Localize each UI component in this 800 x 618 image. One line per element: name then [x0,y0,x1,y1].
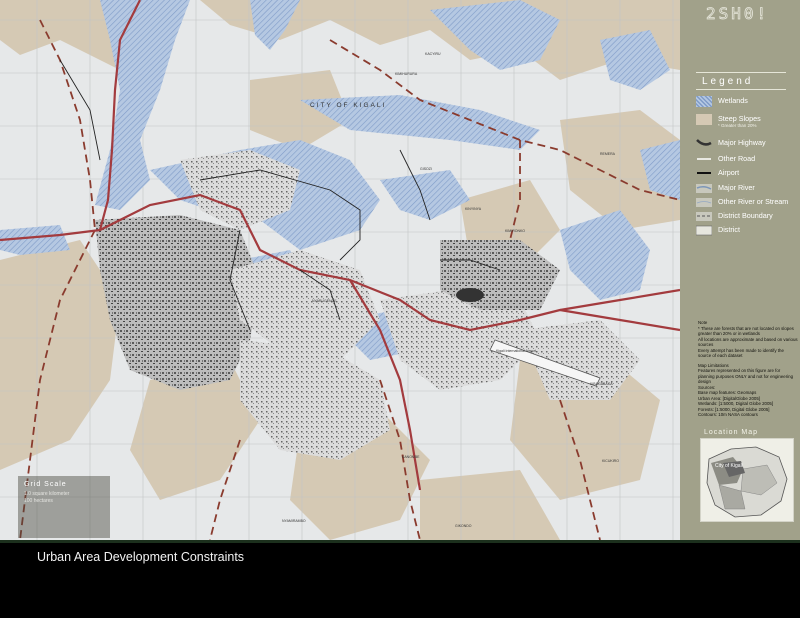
notes-line-1: * These are forests that are not located… [698,325,794,337]
legend-item-district: District [696,225,796,239]
main-map[interactable]: CITY OF KIGALI Kigali International Airp… [0,0,680,540]
city-label: CITY OF KIGALI [310,102,386,109]
place-label-kinyinya: KINYINYA [465,207,482,211]
map-canvas: CITY OF KIGALI Kigali International Airp… [0,0,680,540]
legend-label-wetlands: Wetlands [718,96,748,105]
legend-item-major-river: Major River [696,183,796,197]
steep-slopes-swatch [696,114,712,125]
map-notes: Note * These are forests that are not lo… [698,320,798,418]
location-map-inset: City of Kigali [706,446,788,518]
grid-scale-line1: 1.0 square kilometer [24,491,70,497]
place-label-kimihurura: KIMIHURURA [395,72,418,76]
place-label-nyarugenge: NYARUGENGE [312,299,337,303]
legend-label-major-river: Major River [718,183,755,192]
other-road-swatch [697,158,711,160]
legend-label-district-boundary: District Boundary [718,211,773,220]
grid-scale-box: Grid Scale 1.0 square kilometer 100 hect… [18,476,110,538]
grid-scale-line2: 100 hectares [24,498,53,504]
place-label-gikondo: GIKONDO [455,524,472,528]
district-boundary-swatch [696,212,712,221]
legend-item-stream: Other River or Stream [696,197,796,211]
logo: 2SH0! [706,4,770,24]
place-label-kimironko: KIMIRONKO [505,229,525,233]
district-swatch [696,225,712,236]
location-map-title: Location Map [704,429,759,436]
place-label-gisozi: GISOZI [420,167,432,171]
legend-label-other-road: Other Road [718,154,756,163]
stadium-oval [456,288,484,302]
legend-item-steep-slopes: Steep Slopes * Greater than 20% [696,114,796,132]
page-title: Urban Area Development Constraints [37,550,245,564]
legend-title: Legend [702,76,754,87]
footer-bar: Urban Area Development Constraints [0,540,800,618]
legend-item-wetlands: Wetlands [696,96,796,110]
airport-label: Kigali International Airport [496,349,536,353]
footer-rule [0,540,800,543]
place-label-kanombe: KANOMBE [402,455,420,459]
legend-sub-steep-slopes: * Greater than 20% [718,123,757,128]
stream-swatch [696,198,712,207]
limitations-line-7: Contours: 10m NASA contours [698,412,758,417]
airport-swatch [697,172,711,174]
notes-line-2: All locations are approximate and based … [698,336,798,348]
legend-rule-bottom [696,89,786,90]
legend-label-steep-slopes: Steep Slopes [718,114,761,123]
legend-item-other-road: Other Road [696,154,796,168]
legend-rule-top [696,72,786,73]
place-label-kibagabaga: KIBAGABAGA [590,382,613,386]
legend-item-major-highway: Major Highway [696,138,796,152]
notes-line-3: Every attempt has been made to identify … [698,347,784,359]
wetlands-swatch [696,96,712,107]
legend-item-district-boundary: District Boundary [696,211,796,225]
place-label-kicukiro: KICUKIRO [602,459,619,463]
legend-label-airport: Airport [718,168,740,177]
legend-label-district: District [718,225,740,234]
major-river-swatch [696,184,712,193]
place-label-kacyiru: KACYIRU [425,52,441,56]
major-highway-swatch [696,139,712,146]
place-label-remera: REMERA [600,152,616,156]
legend-label-major-highway: Major Highway [718,138,766,147]
place-label-nyamirambo: NYAMIRAMBO [282,519,306,523]
legend-label-stream: Other River or Stream [718,197,789,206]
legend-sidebar: 2SH0! Legend Wetlands Steep Slopes * Gre… [680,0,800,540]
legend-item-airport: Airport [696,168,796,182]
location-map-label: City of Kigali [715,463,743,469]
grid-scale-title: Grid Scale [24,481,67,488]
limitations-line-1: Features represented on this figure are … [698,368,794,384]
location-map: City of Kigali [700,438,794,522]
